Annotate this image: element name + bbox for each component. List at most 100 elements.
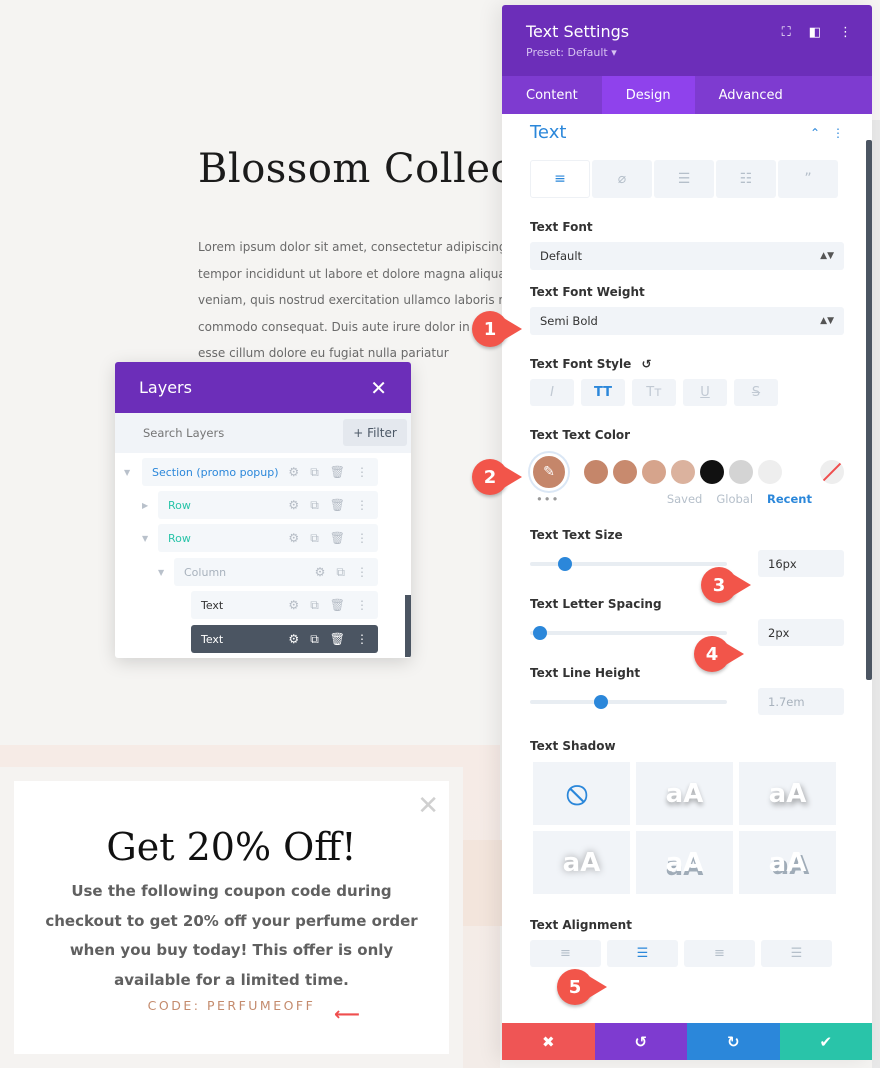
callout-marker: 5 (557, 969, 607, 1005)
no-shadow-icon[interactable]: ⃠ (533, 762, 630, 825)
text-size-slider[interactable] (530, 556, 727, 571)
tab-advanced[interactable]: Advanced (695, 76, 807, 114)
close-icon[interactable]: ✕ (370, 376, 387, 400)
more-icon[interactable]: ⋮ (356, 598, 368, 612)
shadow-preset[interactable]: aA (636, 831, 733, 894)
search-layers-input[interactable] (143, 426, 323, 440)
filter-button[interactable]: + Filter (343, 419, 407, 446)
line-height-slider[interactable] (530, 694, 727, 709)
duplicate-icon[interactable]: ⧉ (336, 565, 345, 580)
tab-recent[interactable]: Recent (767, 492, 812, 506)
caret-down-icon[interactable]: ▼ (142, 534, 148, 543)
unordered-list-icon[interactable]: ☰ (654, 160, 714, 198)
text-font-select[interactable]: Default ▲▼ (530, 242, 844, 270)
caret-down-icon[interactable]: ▼ (124, 468, 130, 477)
slider-handle[interactable] (593, 694, 608, 709)
more-icon[interactable]: ⋮ (356, 565, 368, 579)
chevron-up-icon[interactable]: ⌃ (810, 126, 820, 140)
align-justify-button[interactable]: ☰ (761, 940, 832, 967)
line-height-input[interactable]: 1.7em (758, 688, 844, 715)
slider-handle[interactable] (558, 556, 573, 571)
more-swatches-icon[interactable]: ••• (536, 492, 559, 506)
gear-icon[interactable]: ⚙ (288, 498, 299, 512)
color-picker-eyedropper-icon[interactable]: ✎ (530, 453, 568, 491)
trash-icon[interactable]: 🗑 (330, 632, 345, 646)
gear-icon[interactable]: ⚙ (288, 598, 299, 612)
undo-button[interactable]: ↺ (594, 1023, 687, 1060)
quote-icon[interactable]: ” (778, 160, 838, 198)
layer-row-row[interactable]: Row ⚙ ⧉ 🗑 ⋮ (158, 491, 378, 519)
caret-down-icon[interactable]: ▼ (158, 568, 164, 577)
uppercase-button[interactable]: TT (581, 379, 625, 406)
shadow-preset[interactable]: aA (636, 762, 733, 825)
layer-row-text-selected[interactable]: Text ⚙ ⧉ 🗑 ⋮ (191, 625, 378, 653)
capitalize-button[interactable]: Tт (632, 379, 676, 406)
gear-icon[interactable]: ⚙ (288, 632, 299, 646)
gear-icon[interactable]: ⚙ (288, 465, 299, 479)
align-left-button[interactable]: ≡ (530, 940, 601, 967)
fullscreen-icon[interactable]: ⛶ (782, 25, 791, 40)
save-button[interactable]: ✔ (779, 1023, 872, 1060)
text-size-input[interactable]: 16px (758, 550, 844, 577)
link-icon[interactable]: ⌀ (592, 160, 652, 198)
section-header-text[interactable]: Text ⌃ ⋮ (530, 122, 844, 143)
align-left-icon[interactable]: ≡ (530, 160, 590, 198)
letter-spacing-slider[interactable] (530, 625, 727, 640)
tab-design[interactable]: Design (601, 76, 695, 114)
caret-right-icon[interactable]: ▶ (142, 501, 148, 510)
duplicate-icon[interactable]: ⧉ (310, 465, 319, 480)
more-options-icon[interactable]: ⋮ (839, 25, 852, 40)
tab-content[interactable]: Content (502, 76, 602, 114)
font-weight-select[interactable]: Semi Bold ▲▼ (530, 307, 844, 335)
layer-row-text[interactable]: Text ⚙ ⧉ 🗑 ⋮ (191, 591, 378, 619)
slider-handle[interactable] (532, 625, 547, 640)
color-swatch[interactable] (671, 460, 695, 484)
layer-row-row[interactable]: Row ⚙ ⧉ 🗑 ⋮ (158, 524, 378, 552)
trash-icon[interactable]: 🗑 (330, 465, 345, 479)
gear-icon[interactable]: ⚙ (288, 531, 299, 545)
color-swatch[interactable] (642, 460, 666, 484)
underline-button[interactable]: U (683, 379, 727, 406)
font-style-buttons: I TT Tт U S (530, 379, 844, 406)
split-view-icon[interactable]: ◧ (809, 25, 821, 40)
color-swatch[interactable] (613, 460, 637, 484)
trash-icon[interactable]: 🗑 (330, 531, 345, 545)
italic-button[interactable]: I (530, 379, 574, 406)
layer-row-column[interactable]: Column ⚙ ⧉ ⋮ (174, 558, 378, 586)
shadow-preset[interactable]: aA (739, 831, 836, 894)
reset-icon[interactable]: ↺ (641, 357, 651, 371)
gear-icon[interactable]: ⚙ (315, 565, 326, 579)
letter-spacing-input[interactable]: 2px (758, 619, 844, 646)
trash-icon[interactable]: 🗑 (330, 498, 345, 512)
layer-row-section[interactable]: Section (promo popup) ⚙ ⧉ 🗑 ⋮ (142, 458, 378, 486)
duplicate-icon[interactable]: ⧉ (310, 598, 319, 613)
duplicate-icon[interactable]: ⧉ (310, 498, 319, 513)
shadow-preset[interactable]: aA (739, 762, 836, 825)
color-swatch[interactable] (758, 460, 782, 484)
no-color-swatch[interactable] (820, 460, 844, 484)
trash-icon[interactable]: 🗑 (330, 598, 345, 612)
cancel-button[interactable]: ✖ (502, 1023, 595, 1060)
more-icon[interactable]: ⋮ (356, 531, 368, 545)
more-icon[interactable]: ⋮ (832, 126, 844, 140)
color-swatch[interactable] (700, 460, 724, 484)
duplicate-icon[interactable]: ⧉ (310, 531, 319, 546)
tab-global[interactable]: Global (716, 492, 753, 506)
layers-scrollbar[interactable] (405, 595, 411, 657)
settings-scrollbar[interactable] (866, 140, 872, 680)
tab-saved[interactable]: Saved (667, 492, 703, 506)
color-swatch[interactable] (584, 460, 608, 484)
color-swatch[interactable] (729, 460, 753, 484)
preset-dropdown[interactable]: Preset: Default ▾ (526, 46, 848, 59)
strikethrough-button[interactable]: S (734, 379, 778, 406)
ordered-list-icon[interactable]: ☷ (716, 160, 776, 198)
redo-button[interactable]: ↻ (687, 1023, 780, 1060)
shadow-preset[interactable]: aA (533, 831, 630, 894)
more-icon[interactable]: ⋮ (356, 498, 368, 512)
more-icon[interactable]: ⋮ (356, 632, 368, 646)
close-icon[interactable]: ✕ (417, 793, 439, 819)
duplicate-icon[interactable]: ⧉ (310, 632, 319, 647)
align-center-button[interactable]: ☰ (607, 940, 678, 967)
more-icon[interactable]: ⋮ (356, 465, 368, 479)
align-right-button[interactable]: ≡ (684, 940, 755, 967)
